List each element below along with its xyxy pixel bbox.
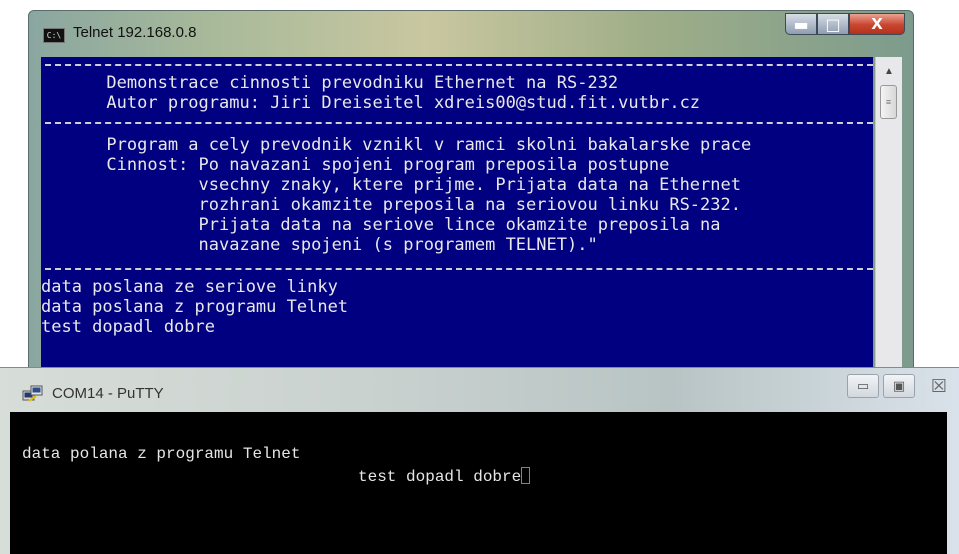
divider — [45, 64, 873, 66]
putty-console[interactable]: data polana z programu Telnet test dopad… — [10, 412, 947, 554]
telnet-window: C:\ Telnet 192.168.0.8 ▬ □ X Demonstrace… — [28, 10, 914, 370]
window-title: Telnet 192.168.0.8 — [73, 24, 197, 41]
console-line: data poslana z programu Telnet — [41, 297, 349, 317]
minimize-button[interactable]: ▬ — [785, 13, 817, 35]
console-line: Program a cely prevodnik vznikl v ramci … — [106, 135, 752, 155]
vertical-scrollbar[interactable]: ▲ ≡ — [875, 57, 902, 369]
console-line: Autor programu: Jiri Dreiseitel xdreis00… — [106, 93, 701, 113]
console-icon: C:\ — [43, 28, 65, 43]
telnet-console[interactable]: Demonstrace cinnosti prevodniku Ethernet… — [41, 57, 873, 369]
maximize-button[interactable]: ▣ — [883, 374, 915, 398]
console-line: vsechny znaky, ktere prijme. Prijata dat… — [198, 175, 741, 195]
putty-window: COM14 - PuTTY ▭ ▣ ☒ data polana z progra… — [0, 367, 959, 554]
telnet-titlebar[interactable]: C:\ Telnet 192.168.0.8 ▬ □ X — [29, 11, 913, 55]
console-line: test dopadl dobre — [358, 467, 531, 487]
divider — [45, 268, 873, 270]
console-line: data poslana ze seriove linky — [41, 277, 338, 297]
scroll-thumb[interactable]: ≡ — [880, 85, 897, 119]
window-controls: ▬ □ X — [785, 13, 905, 37]
putty-icon — [22, 385, 43, 402]
console-line: Demonstrace cinnosti prevodniku Ethernet… — [106, 73, 619, 93]
console-line: test dopadl dobre — [41, 317, 215, 337]
console-line: data polana z programu Telnet — [22, 445, 301, 463]
close-button[interactable]: X — [849, 13, 905, 35]
scroll-up-arrow-icon[interactable]: ▲ — [879, 61, 899, 81]
console-line: navazane spojeni (s programem TELNET)." — [198, 235, 598, 255]
console-line: rozhrani okamzite preposila na seriovou … — [198, 195, 741, 215]
divider — [45, 122, 873, 124]
window-title: COM14 - PuTTY — [52, 385, 164, 402]
console-line: Cinnost: Po navazani spojeni program pre… — [106, 155, 670, 175]
window-controls: ▭ ▣ ☒ — [847, 374, 959, 398]
putty-titlebar[interactable]: COM14 - PuTTY ▭ ▣ ☒ — [0, 368, 959, 412]
close-button[interactable]: ☒ — [919, 374, 959, 398]
minimize-button[interactable]: ▭ — [847, 374, 879, 398]
console-line: Prijata data na seriove lince okamzite p… — [198, 215, 721, 235]
text-cursor — [521, 467, 531, 484]
maximize-button[interactable]: □ — [817, 13, 849, 35]
